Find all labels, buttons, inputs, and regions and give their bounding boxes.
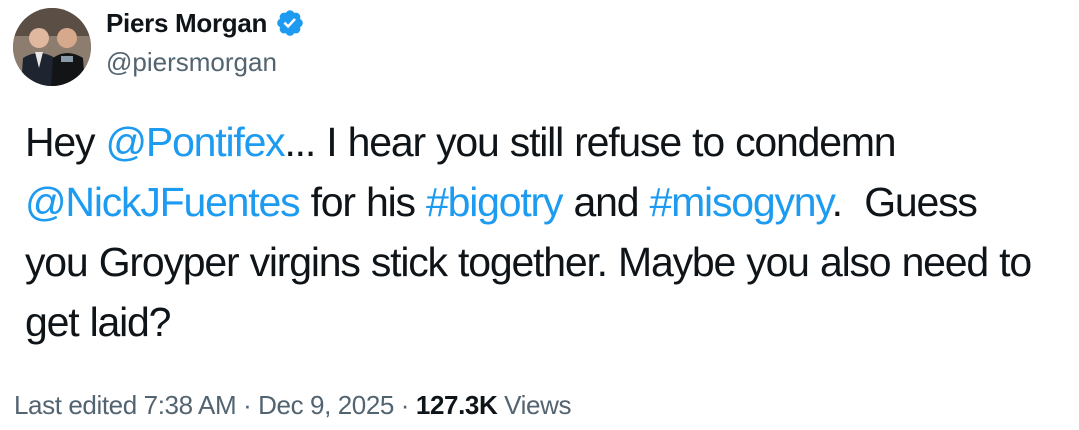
avatar[interactable] (13, 8, 91, 86)
display-name[interactable]: Piers Morgan (106, 8, 267, 39)
hashtag-link-bigotry[interactable]: #bigotry (426, 179, 563, 225)
views-count: 127.3K (415, 390, 498, 420)
tweet-time[interactable]: 7:38 AM (144, 390, 237, 420)
edited-label[interactable]: Last edited (14, 390, 137, 420)
tweet-meta: Last edited 7:38 AM · Dec 9, 2025 · 127.… (14, 390, 571, 421)
meta-separator: · (400, 390, 410, 420)
display-name-row: Piers Morgan (106, 4, 305, 42)
mention-link-nickjfuentes[interactable]: @NickJFuentes (25, 179, 301, 225)
mention-link-pontifex[interactable]: @Pontifex (106, 119, 286, 165)
meta-separator: · (243, 390, 252, 420)
tweet-text-segment: for his (299, 179, 427, 225)
tweet-card: Piers Morgan @piersmorgan Hey @Pontifex.… (0, 0, 1079, 430)
tweet-date[interactable]: Dec 9, 2025 (258, 390, 394, 420)
tweet-text-segment: and (562, 179, 650, 225)
verified-badge-icon[interactable] (275, 8, 305, 38)
views-label: Views (504, 390, 572, 420)
tweet-text-segment: ... I hear you still refuse to condemn (284, 119, 896, 165)
author-handle[interactable]: @piersmorgan (106, 47, 277, 78)
tweet-text-segment: Hey (25, 119, 106, 165)
tweet-text: Hey @Pontifex... I hear you still refuse… (25, 112, 1035, 352)
hashtag-link-misogyny[interactable]: #misogyny (650, 179, 833, 225)
